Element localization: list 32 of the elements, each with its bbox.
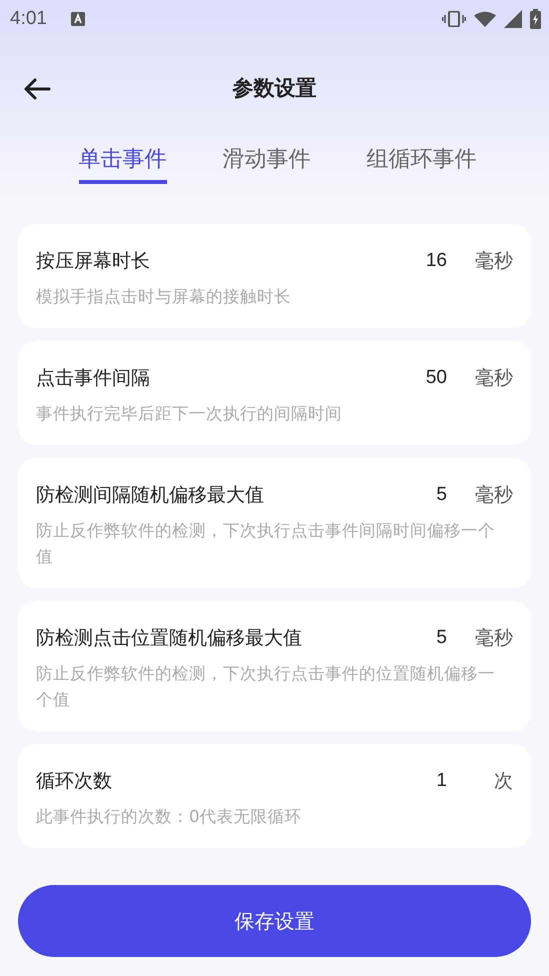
setting-title: 防检测点击位置随机偏移最大值 bbox=[36, 626, 303, 651]
setting-value[interactable]: 5 bbox=[387, 484, 447, 506]
setting-title: 防检测间隔随机偏移最大值 bbox=[36, 483, 265, 508]
setting-value[interactable]: 1 bbox=[387, 770, 447, 792]
setting-value[interactable]: 16 bbox=[387, 250, 447, 272]
back-arrow-icon[interactable] bbox=[23, 78, 51, 100]
setting-title: 点击事件间隔 bbox=[36, 366, 151, 391]
setting-title: 按压屏幕时长 bbox=[36, 249, 151, 274]
keyboard-notification-icon bbox=[70, 11, 85, 27]
unit-label: 毫秒 bbox=[474, 626, 513, 651]
setting-description: 此事件执行的次数：0代表无限循环 bbox=[36, 806, 302, 828]
page-title: 参数设置 bbox=[232, 75, 316, 102]
tab[interactable]: 单击事件 bbox=[78, 138, 166, 184]
save-button[interactable]: 保存设置 bbox=[18, 885, 531, 957]
status-time: 4:01 bbox=[10, 8, 47, 30]
signal-icon bbox=[504, 10, 522, 28]
setting-value[interactable]: 50 bbox=[387, 367, 447, 389]
unit-label: 毫秒 bbox=[474, 249, 513, 274]
battery-icon bbox=[530, 9, 541, 29]
setting-value[interactable]: 5 bbox=[387, 627, 447, 649]
wifi-icon bbox=[474, 11, 496, 27]
setting-title: 循环次数 bbox=[36, 769, 113, 794]
setting-description: 防止反作弊软件的检测，下次执行点击事件间隔时间偏移一个值 bbox=[36, 520, 496, 568]
setting-description: 防止反作弊软件的检测，下次执行点击事件的位置随机偏移一个值 bbox=[36, 663, 496, 711]
tab[interactable]: 滑动事件 bbox=[222, 138, 310, 184]
tab[interactable]: 组循环事件 bbox=[366, 138, 476, 184]
unit-label: 毫秒 bbox=[474, 366, 513, 391]
setting-description: 模拟手指点击时与屏幕的接触时长 bbox=[36, 286, 292, 308]
unit-label: 次 bbox=[493, 769, 513, 794]
vibrate-icon bbox=[442, 11, 466, 27]
unit-label: 毫秒 bbox=[474, 483, 513, 508]
setting-description: 事件执行完毕后距下一次执行的间隔时间 bbox=[36, 403, 343, 425]
